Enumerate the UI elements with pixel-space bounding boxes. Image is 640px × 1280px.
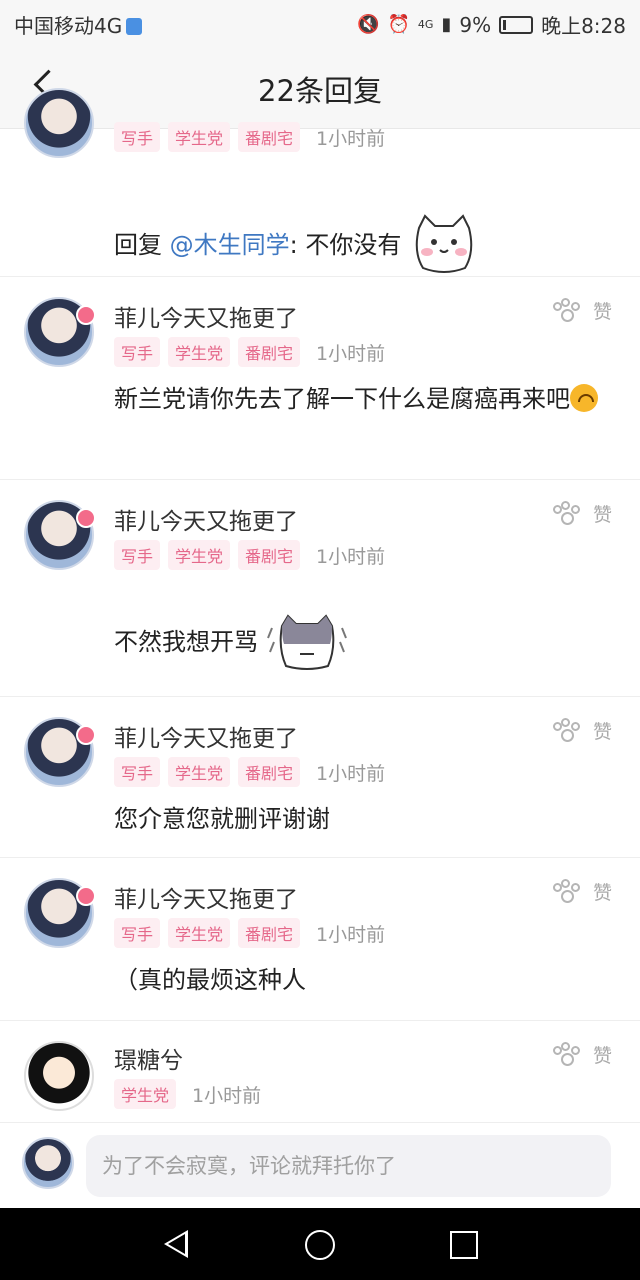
nav-back-icon[interactable] [164,1230,188,1258]
tag: 写手 [114,337,161,367]
paw-like-icon [552,1041,583,1068]
author-name[interactable]: 菲儿今天又拖更了 [114,880,298,914]
comment-item: 菲儿今天又拖更了 写手 学生党 番剧宅 1小时前 赞 您介意您就删评谢谢 [0,697,640,858]
tag: 学生党 [168,122,231,152]
paw-like-icon [552,500,583,527]
page-title: 22条回复 [258,74,382,108]
avatar[interactable] [24,297,96,367]
shaking-cat-sticker [266,614,347,670]
tag: 学生党 [168,540,231,570]
tag: 番剧宅 [238,757,301,787]
battery-icon [499,15,534,34]
tag: 学生党 [168,337,231,367]
nav-home-icon[interactable] [305,1230,335,1260]
comment-text: 不然我想开骂 [114,612,614,674]
comment-text: 您介意您就删评谢谢 [114,805,330,833]
reply-list: 写手 学生党 番剧宅 1小时前 回复 @木生同学: 不你没有 菲儿今天又拖更了 … [0,88,640,1125]
avatar[interactable] [24,88,94,158]
comment-text: （真的最烦这种人 [114,966,306,994]
like-button[interactable]: 赞 [552,500,612,527]
like-label: 赞 [592,882,612,904]
like-button[interactable]: 赞 [552,297,612,324]
comment-text: 回复 @木生同学: 不你没有 [114,214,614,278]
comment-text: 新兰党请你先去了解一下什么是腐癌再来吧 [114,379,614,419]
verified-badge-icon [76,725,96,745]
tag: 学生党 [168,757,231,787]
alarm-icon: ⏰ [387,14,410,35]
tag: 番剧宅 [238,540,301,570]
status-bar: 中国移动4G 🔇 ⏰ 4G ▮ 9% 晚上8:28 [0,0,640,44]
comment-item: 菲儿今天又拖更了 写手 学生党 番剧宅 1小时前 赞 不然我想开骂 [0,480,640,697]
author-name[interactable]: 菲儿今天又拖更了 [114,502,298,536]
like-button[interactable]: 赞 [552,1041,612,1068]
comment-item: 璟糖兮 学生党 1小时前 赞 [0,1021,640,1125]
status-right: 🔇 ⏰ 4G ▮ 9% 晚上8:28 [357,10,626,39]
tag: 学生党 [168,918,231,948]
user-tags: 写手 学生党 番剧宅 1小时前 [114,757,385,787]
white-cat-sticker [415,214,473,273]
security-shield-icon [126,18,143,35]
system-nav-bar [0,1208,640,1280]
tag: 番剧宅 [238,918,301,948]
timestamp: 1小时前 [316,762,386,785]
battery-percent: 9% [459,12,492,37]
paw-like-icon [552,717,583,744]
user-tags: 写手 学生党 番剧宅 1小时前 [114,122,385,152]
tag: 番剧宅 [238,122,301,152]
user-tags: 写手 学生党 番剧宅 1小时前 [114,337,385,367]
avatar[interactable] [24,878,96,948]
paw-like-icon [552,878,583,905]
signal-icon: ▮ [441,14,452,35]
timestamp: 1小时前 [316,923,386,946]
paw-like-icon [552,297,583,324]
like-button[interactable]: 赞 [552,878,612,905]
nav-recents-icon[interactable] [450,1231,478,1259]
upside-down-face-icon [570,384,598,412]
timestamp: 1小时前 [316,127,386,150]
my-avatar[interactable] [22,1137,74,1189]
tag: 写手 [114,122,161,152]
mute-icon: 🔇 [357,14,380,35]
timestamp: 1小时前 [316,342,386,365]
tag: 学生党 [114,1079,177,1109]
comment-item: 写手 学生党 番剧宅 1小时前 回复 @木生同学: 不你没有 [0,88,640,278]
comment-item: 菲儿今天又拖更了 写手 学生党 番剧宅 1小时前 赞 （真的最烦这种人 [0,858,640,1021]
nav-header: 22条回复 [0,44,640,129]
avatar[interactable] [24,1041,94,1111]
reply-bar [0,1122,640,1209]
author-name[interactable]: 璟糖兮 [114,1041,183,1075]
verified-badge-icon [76,508,96,528]
timestamp: 1小时前 [316,545,386,568]
verified-badge-icon [76,886,96,906]
clock: 晚上8:28 [541,14,626,38]
user-tags: 写手 学生党 番剧宅 1小时前 [114,918,385,948]
tag: 写手 [114,918,161,948]
avatar[interactable] [24,500,96,570]
timestamp: 1小时前 [192,1084,262,1107]
comment-body: 不然我想开骂 [114,628,258,656]
like-button[interactable]: 赞 [552,717,612,744]
like-label: 赞 [592,721,612,743]
comment-body: 新兰党请你先去了解一下什么是腐癌再来吧 [114,385,570,413]
author-name[interactable]: 菲儿今天又拖更了 [114,299,298,333]
network-type: 4G [417,17,434,31]
mention-link[interactable]: @木生同学 [170,231,290,259]
reply-prefix: 回复 [114,231,170,259]
avatar[interactable] [24,717,96,787]
like-label: 赞 [592,504,612,526]
user-tags: 学生党 1小时前 [114,1079,261,1109]
comment-input[interactable] [86,1135,611,1197]
comment-body: : 不你没有 [289,231,402,259]
carrier-info: 中国移动4G [14,10,143,39]
tag: 番剧宅 [238,337,301,367]
tag: 写手 [114,757,161,787]
like-label: 赞 [592,1045,612,1067]
carrier-label: 中国移动4G [14,14,123,38]
comment-item: 菲儿今天又拖更了 写手 学生党 番剧宅 1小时前 赞 新兰党请你先去了解一下什么… [0,277,640,480]
like-label: 赞 [592,301,612,323]
verified-badge-icon [76,305,96,325]
author-name[interactable]: 菲儿今天又拖更了 [114,719,298,753]
user-tags: 写手 学生党 番剧宅 1小时前 [114,540,385,570]
tag: 写手 [114,540,161,570]
